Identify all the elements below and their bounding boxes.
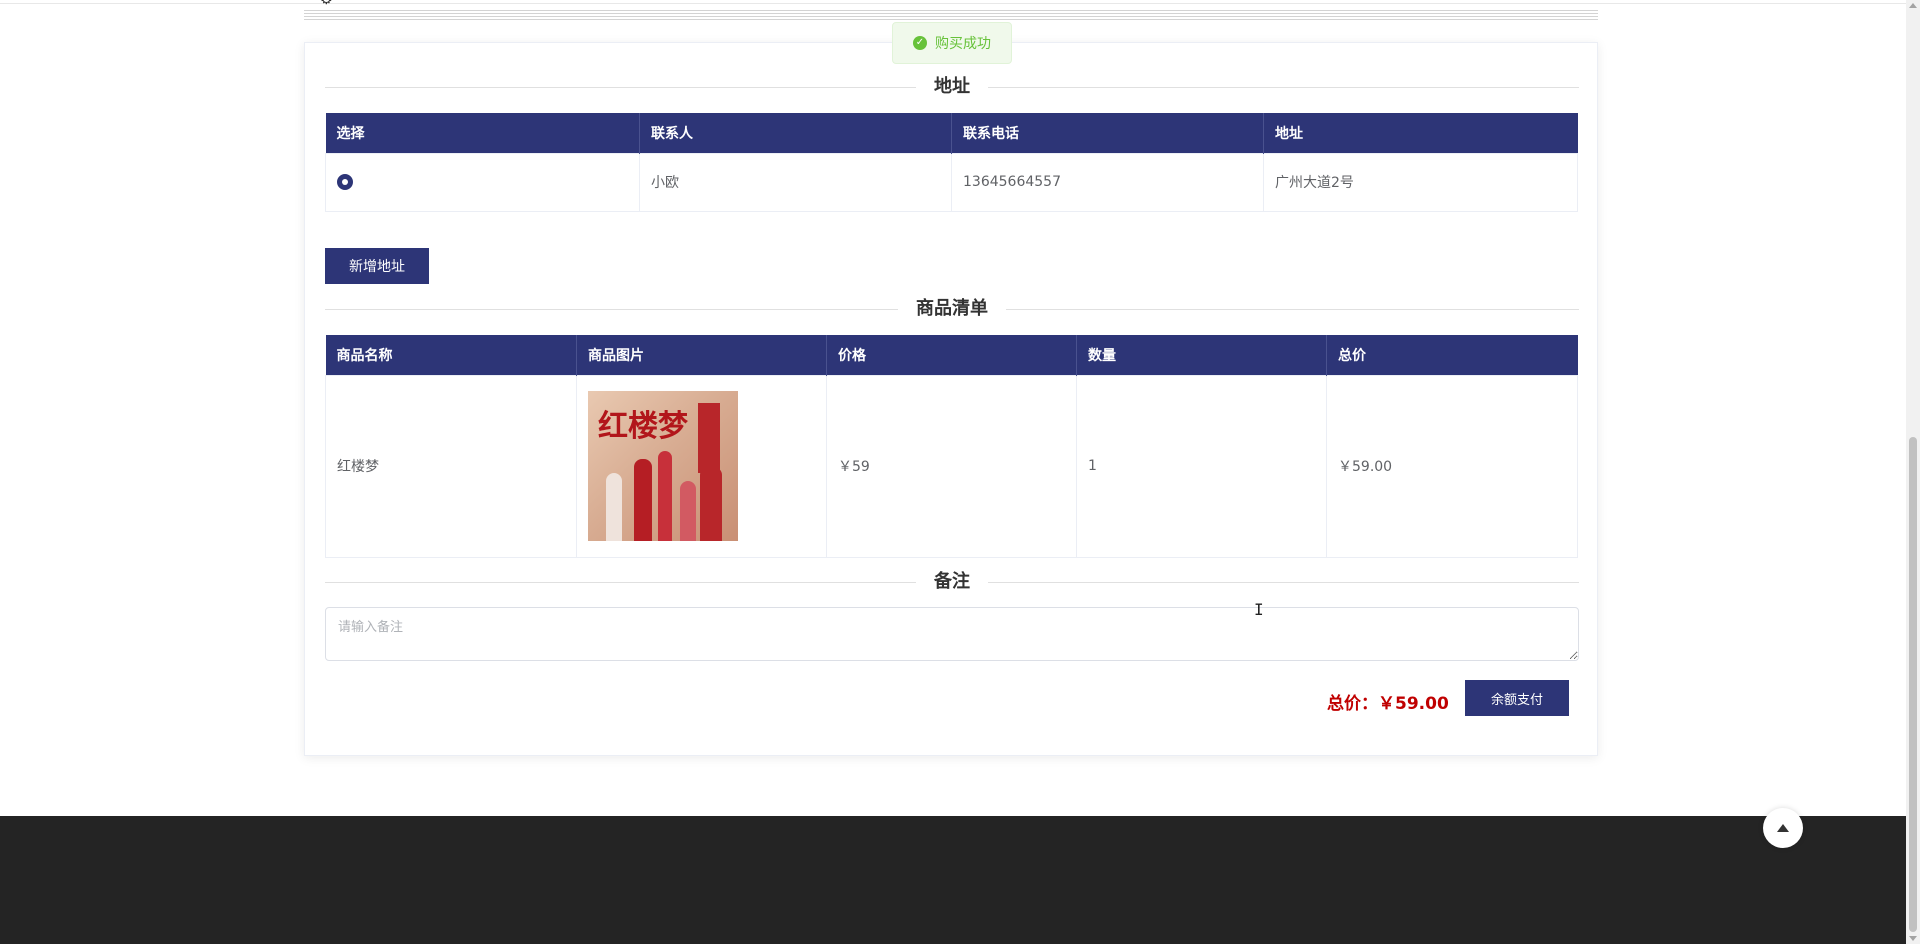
table-row[interactable]: 小欧 13645664557 广州大道2号	[325, 152, 1578, 212]
order-card: 地址 选择 联系人 联系电话 地址 小欧 13645664557 广州大道2号 …	[304, 42, 1598, 756]
goods-section-title: 商品清单	[898, 297, 1006, 321]
toast-message: 购买成功	[935, 36, 991, 52]
address-section-title: 地址	[916, 75, 988, 99]
scroll-down-icon[interactable]	[1909, 936, 1917, 941]
gear-icon[interactable]: ⚙	[320, 0, 333, 8]
product-image-cell: 红楼梦	[576, 374, 827, 558]
phone-cell: 13645664557	[951, 152, 1264, 212]
address-section-heading: 地址	[325, 75, 1579, 99]
decorative-divider	[304, 10, 1598, 20]
top-nav-edge	[0, 0, 1906, 4]
column-header: 联系人	[639, 113, 952, 153]
goods-table: 商品名称 商品图片 价格 数量 总价 红楼梦 红楼梦 ￥59 1 ￥59.00	[325, 335, 1578, 558]
goods-table-header: 商品名称 商品图片 价格 数量 总价	[325, 335, 1578, 375]
remark-input[interactable]	[325, 607, 1579, 661]
product-name-cell: 红楼梦	[325, 374, 577, 558]
product-image-title: 红楼梦	[598, 409, 688, 444]
column-header: 价格	[826, 335, 1077, 375]
contact-cell: 小欧	[639, 152, 952, 212]
add-address-button[interactable]: 新增地址	[325, 248, 429, 284]
quantity-cell: 1	[1076, 374, 1327, 558]
goods-section-heading: 商品清单	[325, 297, 1579, 321]
column-header: 商品图片	[576, 335, 827, 375]
scroll-up-icon[interactable]	[1909, 3, 1917, 8]
address-table: 选择 联系人 联系电话 地址 小欧 13645664557 广州大道2号	[325, 113, 1578, 212]
remark-section-title: 备注	[916, 570, 988, 594]
select-cell[interactable]	[325, 152, 640, 212]
scrollbar-thumb[interactable]	[1909, 437, 1917, 932]
radio-checked-icon[interactable]	[337, 174, 353, 190]
balance-pay-button[interactable]: 余额支付	[1465, 680, 1569, 716]
address-cell: 广州大道2号	[1263, 152, 1578, 212]
column-header: 联系电话	[951, 113, 1264, 153]
total-label: 总价：	[1327, 694, 1378, 714]
price-cell: ￥59	[826, 374, 1077, 558]
column-header: 总价	[1326, 335, 1578, 375]
check-circle-icon: ✓	[913, 36, 927, 50]
address-table-header: 选择 联系人 联系电话 地址	[325, 113, 1578, 153]
column-header: 地址	[1263, 113, 1578, 153]
back-to-top-button[interactable]	[1763, 808, 1803, 848]
column-header: 选择	[325, 113, 640, 153]
column-header: 数量	[1076, 335, 1327, 375]
footer	[0, 816, 1906, 944]
page-scrollbar[interactable]	[1906, 0, 1920, 944]
column-header: 商品名称	[325, 335, 577, 375]
product-image[interactable]: 红楼梦	[588, 391, 738, 541]
arrow-up-icon	[1777, 824, 1789, 832]
subtotal-cell: ￥59.00	[1326, 374, 1578, 558]
total-value: ￥59.00	[1378, 694, 1449, 714]
table-row: 红楼梦 红楼梦 ￥59 1 ￥59.00	[325, 374, 1578, 558]
text-cursor: I	[1254, 600, 1264, 619]
total-price: 总价：￥59.00	[1327, 689, 1449, 714]
remark-section-heading: 备注	[325, 570, 1579, 594]
success-toast: ✓ 购买成功	[892, 22, 1012, 64]
